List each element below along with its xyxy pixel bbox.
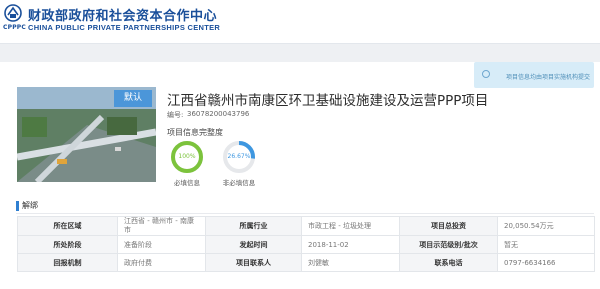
contact-person-value: 刘健敏 <box>301 253 400 272</box>
optional-progress-label: 非必填信息 <box>222 179 256 187</box>
site-name-cn[interactable]: 财政部政府和社会资本合作中心 <box>28 5 217 24</box>
project-code-label: 编号: <box>167 111 184 119</box>
stage-label: 所处阶段 <box>17 235 118 254</box>
stage-value: 准备阶段 <box>117 235 206 254</box>
project-info-table: 所在区域 江西省 - 赣州市 - 南康市 所属行业 市政工程 - 垃圾处理 项目… <box>17 216 595 272</box>
phone-label: 联系电话 <box>399 253 498 272</box>
table-row: 回报机制 政府付费 项目联系人 刘健敏 联系电话 0797-6634166 <box>17 253 595 272</box>
total-investment-label: 项目总投资 <box>399 216 498 236</box>
project-code: 36078200043796 <box>187 110 250 118</box>
site-header: CPPPC 财政部政府和社会资本合作中心 CHINA PUBLIC PRIVAT… <box>0 0 600 44</box>
info-icon <box>482 70 490 78</box>
required-progress-value: 100% <box>178 153 196 160</box>
industry-value: 市政工程 - 垃圾处理 <box>301 216 400 236</box>
total-investment-value: 20,050.54万元 <box>497 216 595 236</box>
notice-banner-text: 项目信息均由项目实施机构提交 <box>505 74 590 81</box>
return-mechanism-label: 回报机制 <box>17 253 118 272</box>
contact-person-label: 项目联系人 <box>205 253 302 272</box>
section-title[interactable]: 解绑 <box>22 200 38 211</box>
site-name-en: CHINA PUBLIC PRIVATE PARTNERSHIPS CENTER <box>28 23 221 32</box>
region-value: 江西省 - 赣州市 - 南康市 <box>117 216 206 236</box>
section-marker <box>16 201 19 211</box>
logo-subtext: CPPPC <box>3 24 26 31</box>
project-status-badge: 默认 <box>114 90 152 107</box>
launch-date-label: 发起时间 <box>205 235 302 254</box>
region-label: 所在区域 <box>17 216 118 236</box>
cpppc-logo-icon[interactable] <box>4 4 22 22</box>
industry-label: 所属行业 <box>205 216 302 236</box>
table-row: 所在区域 江西省 - 赣州市 - 南康市 所属行业 市政工程 - 垃圾处理 项目… <box>17 216 595 236</box>
section-divider <box>16 213 594 214</box>
completeness-label: 项目信息完整度 <box>167 128 223 137</box>
project-title: 江西省赣州市南康区环卫基础设施建设及运营PPP项目 <box>167 93 489 109</box>
required-progress-label: 必填信息 <box>174 179 200 187</box>
return-mechanism-value: 政府付费 <box>117 253 206 272</box>
phone-value: 0797-6634166 <box>497 253 595 272</box>
table-row: 所处阶段 准备阶段 发起时间 2018-11-02 项目示范级别/批次 暂无 <box>17 235 595 254</box>
demo-level-label: 项目示范级别/批次 <box>399 235 498 254</box>
demo-level-value: 暂无 <box>497 235 595 254</box>
launch-date-value: 2018-11-02 <box>301 235 400 254</box>
optional-progress-value: 26.67% <box>227 153 251 160</box>
